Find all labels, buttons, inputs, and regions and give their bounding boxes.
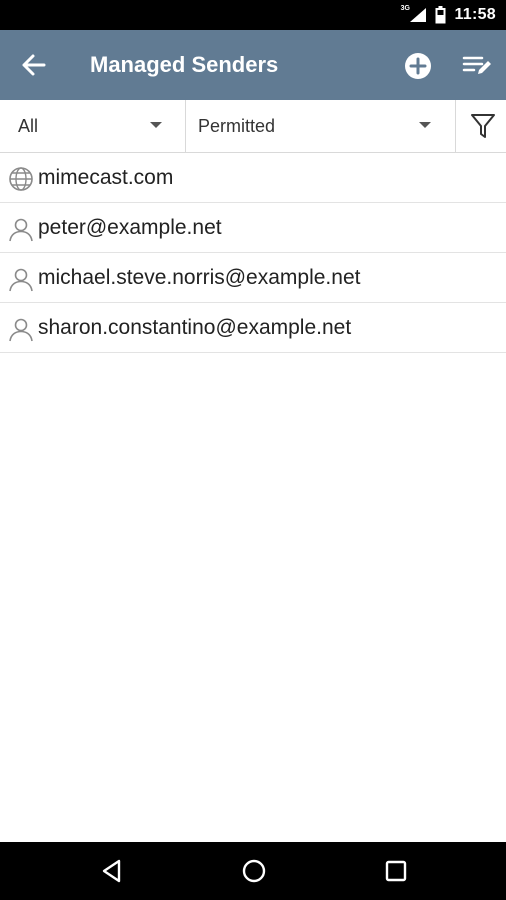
- funnel-icon[interactable]: [470, 112, 496, 140]
- sender-label: peter@example.net: [38, 216, 222, 239]
- battery-icon: [435, 6, 446, 24]
- sender-label: mimecast.com: [38, 166, 174, 189]
- nav-bar: [0, 842, 506, 900]
- person-icon: [9, 218, 33, 242]
- signal-icon: [410, 8, 427, 22]
- network-type-label: 3G: [400, 5, 410, 12]
- sender-row[interactable]: peter@example.net: [0, 203, 506, 253]
- sender-label: sharon.constantino@example.net: [38, 316, 352, 339]
- app-bar: Managed Senders: [0, 30, 506, 100]
- chevron-down-icon: [419, 122, 431, 128]
- status-clock: 11:58: [454, 6, 496, 23]
- nav-back-icon[interactable]: [98, 857, 126, 885]
- back-arrow-icon[interactable]: [18, 51, 48, 79]
- status-bar: 3G 11:58: [0, 0, 506, 30]
- scope-dropdown[interactable]: All: [0, 100, 186, 152]
- sender-list: mimecast.com peter@example.net michael.s…: [0, 153, 506, 353]
- page-title: Managed Senders: [90, 52, 279, 77]
- scope-dropdown-value: All: [18, 115, 39, 136]
- edit-list-icon[interactable]: [462, 52, 492, 78]
- sender-row[interactable]: michael.steve.norris@example.net: [0, 253, 506, 303]
- nav-home-icon[interactable]: [240, 857, 268, 885]
- filter-bar: All Permitted: [0, 100, 506, 153]
- status-dropdown[interactable]: Permitted: [187, 100, 456, 152]
- status-dropdown-value: Permitted: [198, 115, 276, 136]
- nav-recents-icon[interactable]: [382, 857, 410, 885]
- add-circle-icon[interactable]: [403, 51, 433, 81]
- chevron-down-icon: [150, 122, 162, 128]
- person-icon: [9, 318, 33, 342]
- sender-label: michael.steve.norris@example.net: [38, 266, 361, 289]
- sender-row[interactable]: mimecast.com: [0, 153, 506, 203]
- sender-row[interactable]: sharon.constantino@example.net: [0, 303, 506, 353]
- person-icon: [9, 268, 33, 292]
- globe-icon: [9, 167, 33, 191]
